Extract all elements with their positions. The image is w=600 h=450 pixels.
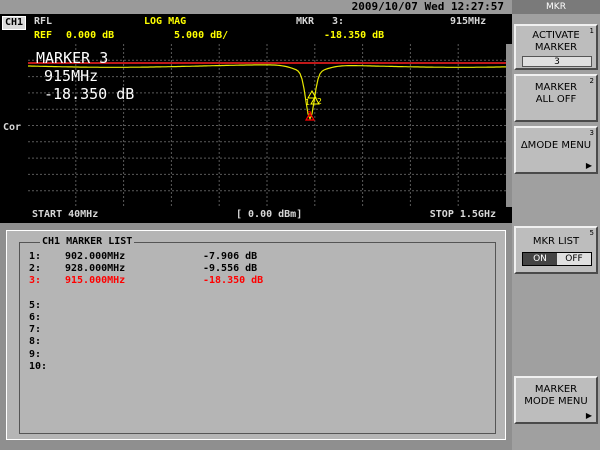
- marker-row-index: 9:: [29, 348, 42, 360]
- softkey-panel: MKR 1 ACTIVATE MARKER 3 2 MARKER ALL OFF…: [512, 0, 600, 450]
- marker-value-label: -18.350 dB: [324, 30, 385, 41]
- marker-row-frequency: 915.000MHz: [65, 275, 126, 287]
- marker-overlay-title: MARKER 3: [36, 49, 109, 67]
- marker-row-value: -9.556 dB: [203, 263, 258, 275]
- mkr-list-button[interactable]: 5 MKR LIST ON OFF: [514, 226, 598, 274]
- softkey-number: 3: [589, 129, 594, 137]
- marker-row-frequency: 902.000MHz: [65, 251, 126, 262]
- delta-mode-label: ΔMODE MENU: [520, 140, 592, 151]
- graph-svg: 1 2 3: [28, 44, 506, 207]
- channel-info-bar: CH1 RFL LOG MAG MKR 3: 915MHz REF 0.000 …: [0, 14, 512, 44]
- toggle-on-option[interactable]: ON: [523, 253, 557, 265]
- format-label: RFL: [34, 16, 53, 27]
- marker-overlay-freq: 915MHz: [44, 67, 99, 85]
- marker-mode-line1: MARKER: [534, 384, 578, 395]
- marker-all-off-button[interactable]: 2 MARKER ALL OFF: [514, 74, 598, 122]
- mkr-list-toggle[interactable]: ON OFF: [522, 252, 592, 266]
- delta-mode-menu-button[interactable]: 3 ΔMODE MENU ▶: [514, 126, 598, 174]
- marker-3-tag: 3: [307, 110, 312, 119]
- marker-row-index: 10:: [29, 360, 48, 372]
- graticule: [28, 44, 506, 207]
- empty-softkey: [514, 176, 598, 224]
- activate-marker-button[interactable]: 1 ACTIVATE MARKER 3: [514, 24, 598, 70]
- marker-row-index: 7:: [29, 324, 42, 336]
- scale-div-value: 5.000 dB/: [174, 30, 229, 41]
- marker-mode-line2: MODE MENU: [524, 396, 588, 407]
- marker-number-label: 3:: [332, 16, 345, 27]
- marker-mode-menu-button[interactable]: MARKER MODE MENU ▶: [514, 376, 598, 424]
- softkey-number: 5: [589, 229, 594, 237]
- marker-row-index: 1:: [29, 251, 42, 262]
- activate-marker-line1: ACTIVATE: [532, 30, 580, 41]
- marker-list-panel: CH1 MARKER LIST 1: 902.000MHz -7.906 dB 2: 9…: [6, 230, 506, 440]
- sweep-bar: START 40MHz [ 0.00 dBm] STOP 1.5GHz: [0, 207, 512, 223]
- active-marker-value[interactable]: 3: [522, 56, 592, 67]
- marker-row-index: 8:: [29, 336, 42, 348]
- marker-row-value: -7.906 dB: [203, 251, 258, 262]
- marker-row-index: 2:: [29, 263, 42, 275]
- submenu-arrow-icon: ▶: [585, 411, 592, 420]
- ref-label: REF: [34, 30, 53, 41]
- ref-value: 0.000 dB: [66, 30, 115, 41]
- marker-row-frequency: 928.000MHz: [65, 263, 126, 275]
- marker-all-off-line2: ALL OFF: [535, 94, 577, 105]
- marker-row-index: 5:: [29, 299, 42, 311]
- marker-row-index: 3:: [29, 275, 42, 287]
- marker-1-tag: 1: [305, 98, 310, 107]
- marker-overlay-value: -18.350 dB: [44, 85, 135, 103]
- softkey-menu-title: MKR: [512, 0, 600, 14]
- submenu-arrow-icon: ▶: [585, 161, 592, 170]
- channel-indicator[interactable]: CH1: [2, 16, 27, 30]
- marker-all-off-line1: MARKER: [534, 82, 578, 93]
- activate-marker-line2: MARKER: [534, 42, 578, 53]
- softkey-number: 2: [589, 77, 594, 85]
- softkey-number: 1: [589, 27, 594, 35]
- start-frequency: START 40MHz: [32, 209, 99, 220]
- correction-indicator: Cor: [3, 122, 22, 133]
- datetime-label: 2009/10/07 Wed 12:27:57: [351, 0, 504, 13]
- trace-graph[interactable]: 1 2 3 MARKER 3 915MHz -18.350 dB: [28, 44, 506, 207]
- source-power: [ 0.00 dBm]: [236, 209, 303, 220]
- mkr-list-label: MKR LIST: [532, 236, 580, 247]
- marker-label: MKR: [296, 16, 315, 27]
- status-bar: 2009/10/07 Wed 12:27:57: [0, 0, 512, 14]
- stop-frequency: STOP 1.5GHz: [429, 209, 496, 220]
- graph-left-margin: Cor: [0, 44, 28, 207]
- marker-row-value: -18.350 dB: [203, 275, 264, 287]
- marker-list-title: CH1 MARKER LIST: [40, 236, 135, 247]
- toggle-off-option[interactable]: OFF: [557, 253, 591, 265]
- scale-mode-label: LOG MAG: [144, 16, 187, 27]
- marker-2-tag: 2: [317, 97, 322, 106]
- marker-freq-label: 915MHz: [450, 16, 487, 27]
- marker-row-index: 6:: [29, 312, 42, 323]
